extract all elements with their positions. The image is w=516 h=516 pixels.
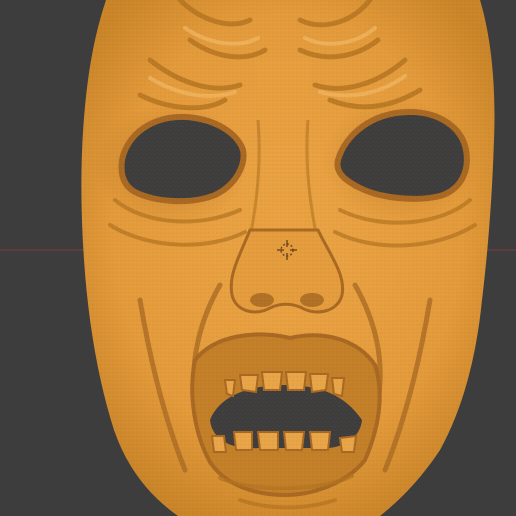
3d-viewport[interactable] [0, 0, 516, 516]
mesh-texture-overlay [81, 0, 495, 516]
viewport-canvas[interactable] [0, 0, 516, 516]
mask-model[interactable] [81, 0, 495, 516]
